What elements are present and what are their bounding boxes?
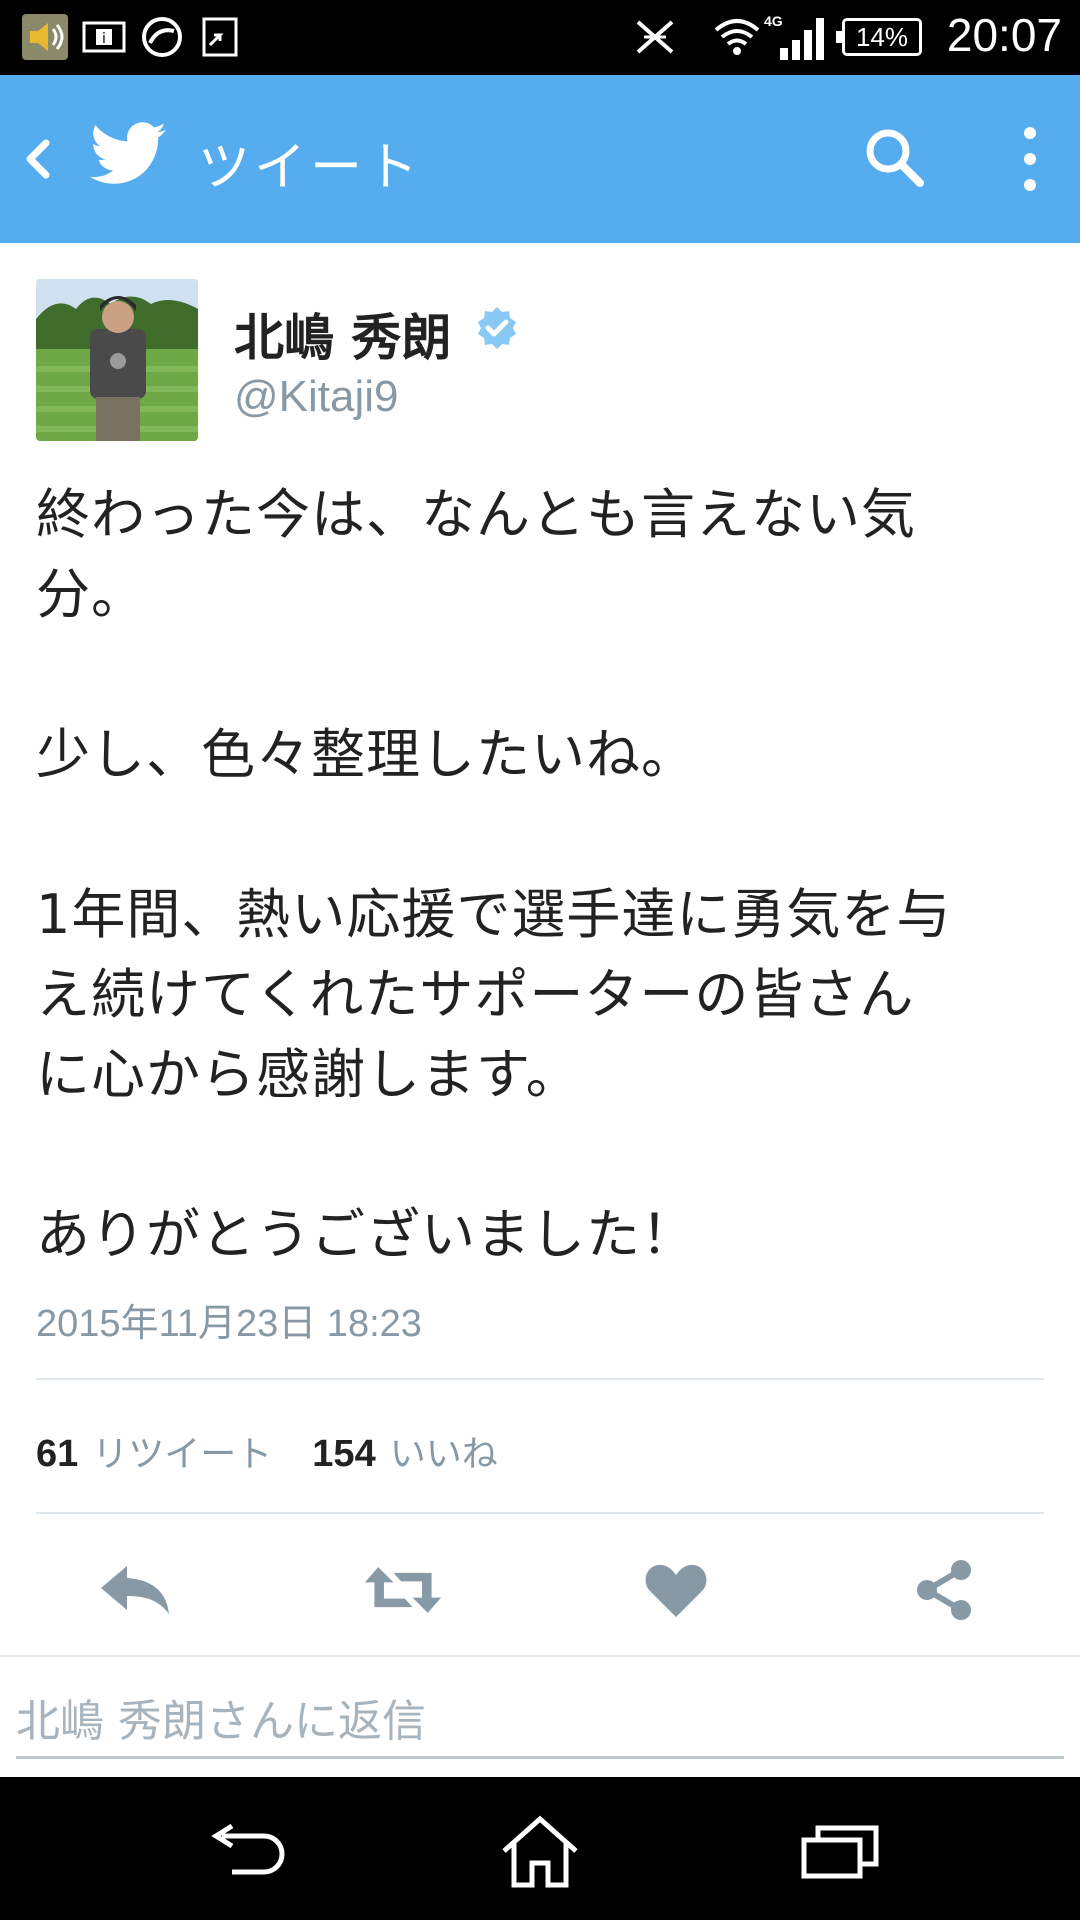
no-nfc-icon: [630, 12, 680, 62]
network-type-label: 4G: [764, 13, 783, 29]
retweet-button[interactable]: [363, 1555, 443, 1625]
like-button[interactable]: [636, 1555, 716, 1625]
reply-icon: [101, 1566, 169, 1614]
share-icon: [917, 1560, 971, 1620]
status-time: 20:07: [946, 9, 1062, 61]
tweet-stats: 61 リツイート 154 いいね: [36, 1425, 538, 1477]
nav-back-icon[interactable]: [195, 1812, 295, 1892]
like-count[interactable]: 154: [312, 1433, 375, 1476]
svg-text:i: i: [102, 31, 106, 47]
verified-badge-icon: [474, 305, 520, 355]
author-handle[interactable]: @Kitaji9: [234, 372, 399, 422]
divider: [36, 1378, 1044, 1380]
reply-button[interactable]: [95, 1555, 175, 1625]
volume-icon: [22, 12, 68, 62]
retweet-count[interactable]: 61: [36, 1433, 78, 1476]
app-bar: ツイート: [0, 75, 1080, 243]
wifi-icon: [712, 12, 762, 62]
twitter-logo-icon: [90, 119, 166, 199]
author-name[interactable]: 北嶋 秀朗: [234, 298, 451, 370]
battery-icon: 14%: [836, 18, 922, 56]
more-vert-icon[interactable]: [1012, 119, 1048, 199]
reply-placeholder[interactable]: 北嶋 秀朗さんに返信: [16, 1685, 426, 1749]
share-app-icon: [198, 12, 242, 62]
status-bar: i 4G 14% 20:07: [0, 0, 1080, 75]
sync-icon: [140, 12, 184, 62]
nav-recents-icon[interactable]: [790, 1812, 890, 1892]
avatar[interactable]: [36, 279, 198, 441]
divider: [36, 1512, 1044, 1514]
share-button[interactable]: [905, 1555, 985, 1625]
page-title: ツイート: [198, 138, 423, 198]
tweet-timestamp: 2015年11月23日 18:23: [36, 1303, 422, 1345]
nav-home-icon[interactable]: [490, 1812, 590, 1892]
reply-input-underline: [16, 1756, 1064, 1759]
signal-icon: 4G: [762, 12, 826, 62]
search-icon[interactable]: [860, 123, 930, 193]
like-icon: [645, 1564, 707, 1617]
retweet-icon: [364, 1567, 442, 1613]
retweet-label[interactable]: リツイート: [92, 1425, 272, 1477]
nav-bar: [0, 1777, 1080, 1920]
tweet-text: 終わった今は、なんとも言えない気 分。 少し、色々整理したいね。 1年間、熱い応…: [36, 483, 952, 1266]
info-icon: i: [82, 12, 126, 62]
like-label[interactable]: いいね: [390, 1425, 498, 1477]
back-icon[interactable]: [18, 129, 58, 189]
